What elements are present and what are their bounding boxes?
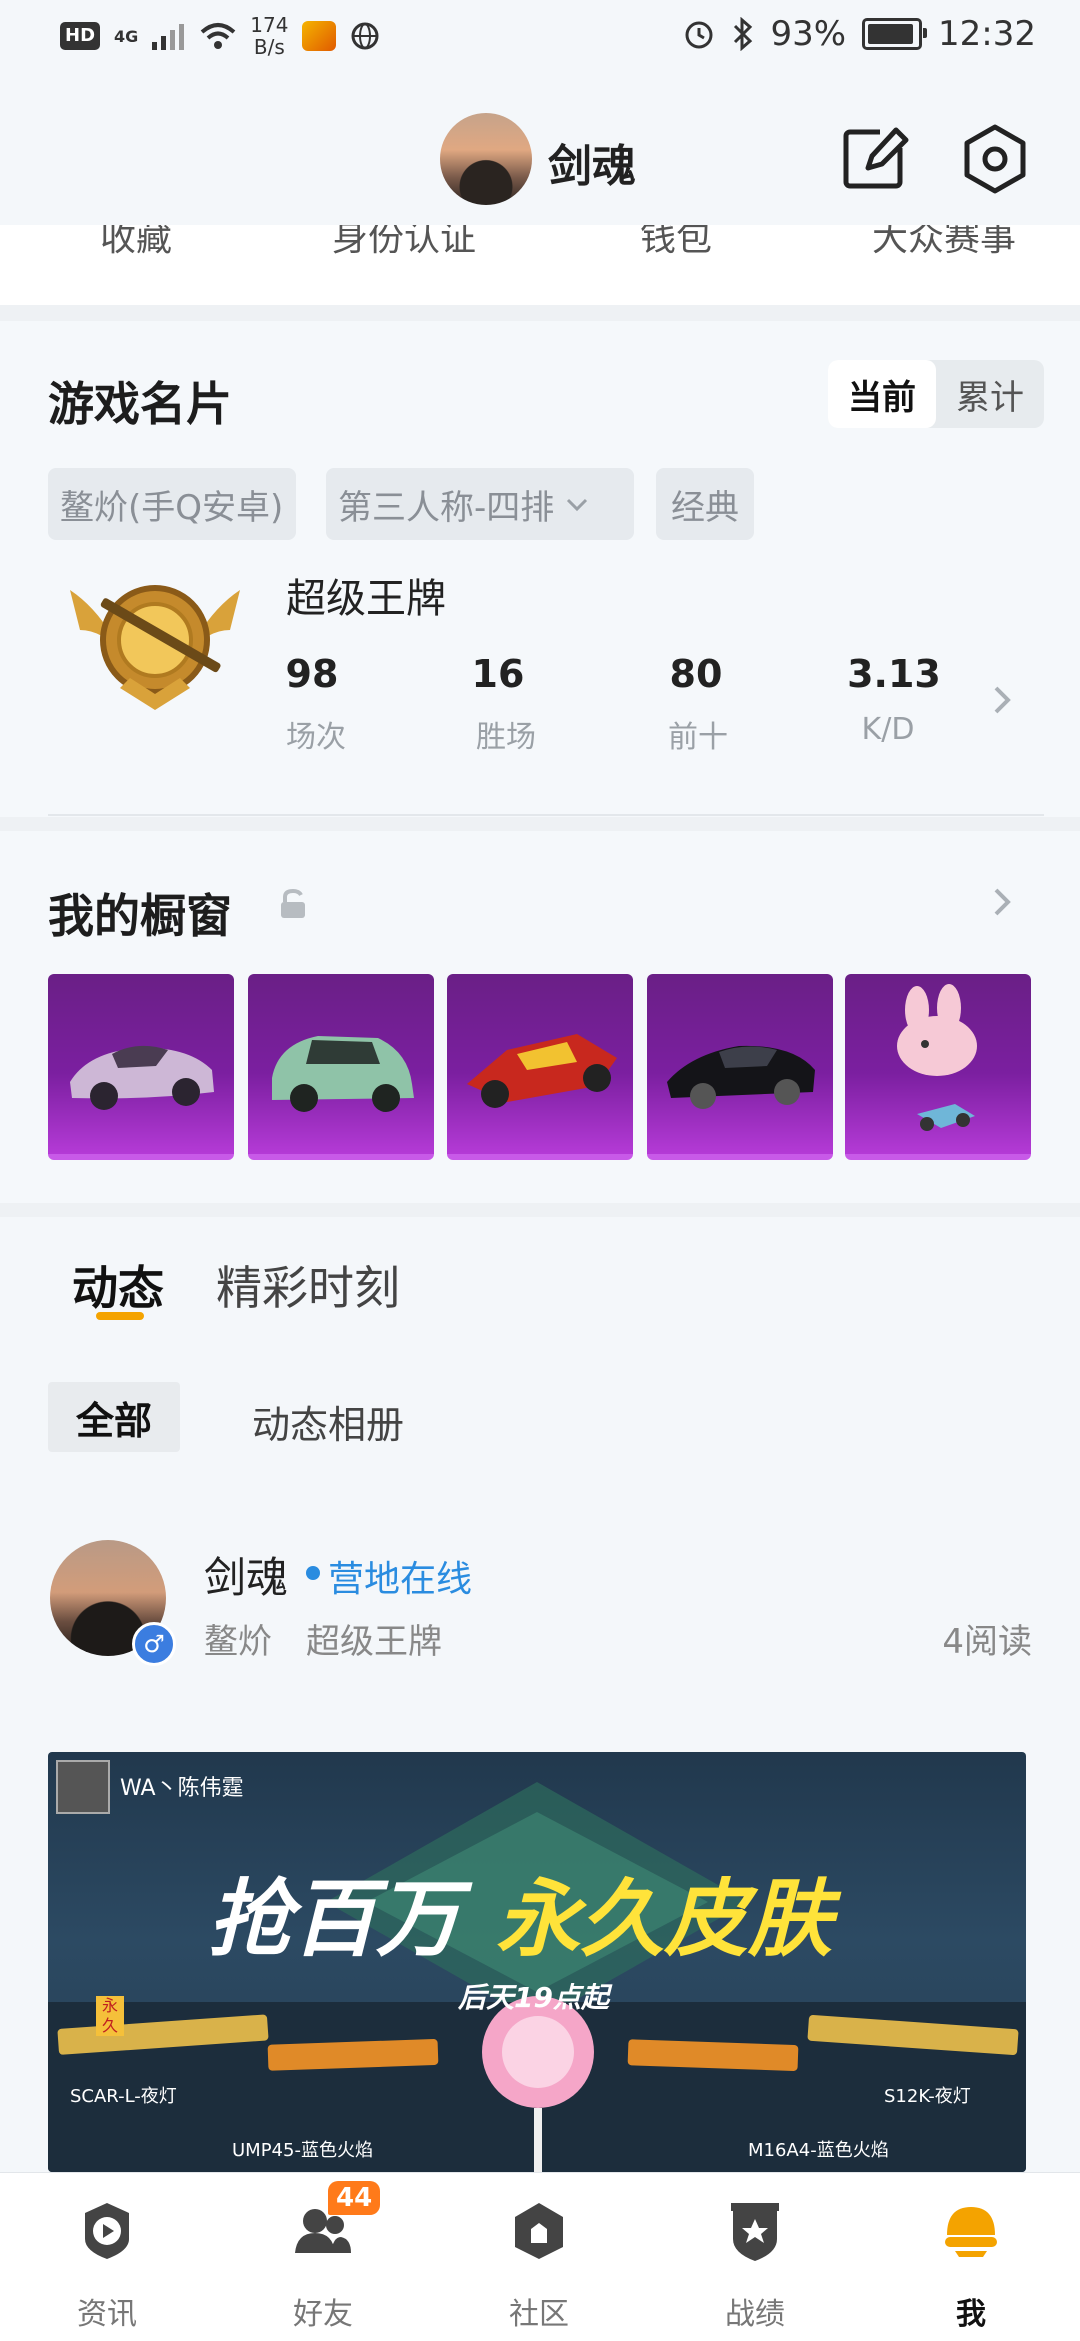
stat-value-kd: 3.13 <box>847 652 941 696</box>
network-type: 4G <box>114 26 139 46</box>
banner-headline-white: 抢百万 <box>208 1870 461 1968</box>
app-notification-icon <box>302 21 337 51</box>
period-toggle: 当前 累计 <box>828 360 1044 428</box>
showcase-title: 我的橱窗 <box>48 889 232 943</box>
helmet-me-icon <box>945 2207 997 2257</box>
banner-tag: 永久 <box>96 1996 124 2036</box>
rank-name: 超级王牌 <box>286 576 446 622</box>
globe-icon <box>351 22 379 50</box>
post-reads: 4阅读 <box>942 1622 1032 1662</box>
showcase-item-red-racer[interactable] <box>447 974 633 1160</box>
showcase-more-icon[interactable] <box>990 884 1016 924</box>
stat-label-wins: 胜场 <box>476 720 536 755</box>
post-author-name[interactable]: 剑魂 <box>204 1544 288 1605</box>
lock-icon <box>278 888 308 924</box>
tab-dynamic[interactable]: 动态 <box>72 1252 164 1318</box>
rank-emblem-icon <box>60 570 250 720</box>
banner-author: WA丶陈伟霆 <box>120 1776 244 1801</box>
tab-wallet[interactable]: 钱包 <box>640 225 712 261</box>
battery-fill <box>868 24 913 44</box>
post-server: 鳌炌 <box>204 1622 272 1662</box>
bluetooth-icon <box>734 17 753 51</box>
male-icon: ♂ <box>132 1622 176 1666</box>
post-rank: 超级王牌 <box>306 1622 442 1662</box>
stat-value-top10: 80 <box>669 652 723 696</box>
divider <box>0 1203 1080 1217</box>
stat-label-matches: 场次 <box>286 720 346 755</box>
battery-icon <box>862 18 928 50</box>
banner-sub: 后天19点起 <box>458 1981 609 2014</box>
post-banner-image[interactable]: WA丶陈伟霆 抢百万 永久皮肤 后天19点起 永久 SCAR-L-夜灯 UMP4… <box>48 1752 1026 2172</box>
stat-value-matches: 98 <box>285 652 339 696</box>
gun-label: M16A4-蓝色火焰 <box>748 2140 889 2161</box>
friends-badge: 44 <box>328 2181 381 2215</box>
nav-records[interactable]: 战绩 <box>680 2173 830 2341</box>
wifi-icon <box>200 23 236 49</box>
banner-author-avatar <box>56 1760 110 1814</box>
chevron-right-icon[interactable] <box>990 682 1016 722</box>
clock: 12:32 <box>938 14 1036 54</box>
nav-news[interactable]: 资讯 <box>32 2173 182 2341</box>
battery-percent: 93% <box>770 14 847 54</box>
server-filter[interactable]: 鳌炌(手Q安卓) <box>48 468 296 540</box>
bottom-nav: 资讯 44 好友 社区 战绩 我 <box>0 2172 1080 2341</box>
active-tab-indicator <box>96 1312 144 1320</box>
tab-identity[interactable]: 身份认证 <box>332 225 476 261</box>
tab-events[interactable]: 大众赛事 <box>872 225 1016 261</box>
community-icon <box>515 2203 563 2259</box>
tab-collection[interactable]: 收藏 <box>100 225 172 261</box>
status-bar: HD 4G 174 B/s 93% 12:32 <box>0 0 1080 80</box>
chevron-down-icon <box>567 498 588 512</box>
gun-label: UMP45-蓝色火焰 <box>232 2140 373 2161</box>
alarm-icon <box>685 21 713 49</box>
signal-icon <box>152 24 185 50</box>
nav-friends[interactable]: 44 好友 <box>248 2173 398 2341</box>
record-shield-icon <box>731 2203 779 2261</box>
edit-icon[interactable] <box>840 122 914 196</box>
quick-tabs: 收藏 身份认证 钱包 大众赛事 <box>0 225 1080 305</box>
status-left: HD 4G 174 B/s <box>60 14 380 58</box>
mode-filter[interactable]: 第三人称-四排 <box>326 468 634 540</box>
network-speed: 174 B/s <box>250 13 289 59</box>
stat-label-kd: K/D <box>861 712 915 747</box>
toggle-current[interactable]: 当前 <box>828 360 936 428</box>
online-status: 营地在线 <box>328 1559 473 1600</box>
profile-name: 剑魂 <box>548 141 636 192</box>
game-card-title: 游戏名片 <box>48 377 232 431</box>
nav-community[interactable]: 社区 <box>464 2173 614 2341</box>
showcase-item-black-car[interactable] <box>647 974 833 1160</box>
showcase-item-green-car[interactable] <box>248 974 434 1160</box>
divider-line <box>48 814 1044 816</box>
subtab-album[interactable]: 动态相册 <box>252 1394 404 1449</box>
status-right: 93% 12:32 <box>682 14 1036 54</box>
profile-avatar[interactable] <box>440 113 532 205</box>
stat-value-wins: 16 <box>471 652 525 696</box>
tab-highlights[interactable]: 精彩时刻 <box>216 1252 400 1318</box>
showcase-item-rabbit[interactable] <box>845 974 1031 1160</box>
divider <box>0 817 1080 831</box>
showcase-item-pink-car[interactable] <box>48 974 234 1160</box>
nav-me[interactable]: 我 <box>896 2173 1046 2341</box>
divider <box>0 305 1080 321</box>
hd-indicator: HD <box>60 22 101 50</box>
gun-label: SCAR-L-夜灯 <box>70 2086 177 2107</box>
online-dot <box>306 1566 320 1580</box>
gun-label: S12K-夜灯 <box>884 2086 971 2107</box>
map-filter[interactable]: 经典 <box>656 468 754 540</box>
banner-headline-yellow: 永久皮肤 <box>496 1870 833 1968</box>
subtab-all[interactable]: 全部 <box>48 1382 180 1452</box>
toggle-total[interactable]: 累计 <box>936 360 1044 428</box>
play-news-icon <box>85 2203 129 2259</box>
settings-icon[interactable] <box>958 122 1032 196</box>
stat-label-top10: 前十 <box>668 720 728 755</box>
